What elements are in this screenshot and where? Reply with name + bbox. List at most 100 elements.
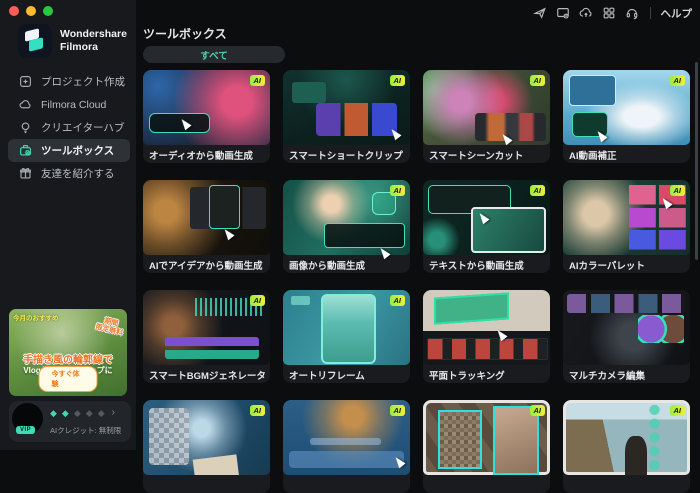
tool-card-auto-reframe[interactable]: AI オートリフレーム	[283, 290, 410, 383]
app-logo-text: WondershareFilmora	[60, 28, 127, 54]
tool-card-idea-to-video[interactable]: AIでアイデアから動画生成	[143, 180, 270, 273]
tool-label: AIでアイデアから動画生成	[149, 258, 266, 271]
tool-label: 平面トラッキング	[429, 368, 546, 381]
tool-label: 画像から動画生成	[289, 258, 406, 271]
tool-label: AIカラーパレット	[569, 258, 686, 271]
new-project-icon	[19, 75, 32, 88]
ai-badge: AI	[250, 295, 266, 306]
top-toolbar: ヘルプ	[532, 5, 693, 21]
help-button[interactable]: ヘルプ	[661, 6, 693, 21]
tool-card-image-to-video[interactable]: AI 画像から動画生成	[283, 180, 410, 273]
ai-badge: AI	[390, 295, 406, 306]
membership-perk-icons: ◆ ◆ ◆ ◆ ◆ ›	[50, 408, 115, 418]
sidebar-item-label: 友達を紹介する	[41, 166, 115, 181]
tool-label: スマートシーンカット	[429, 148, 546, 161]
perk-icon: ◆	[50, 409, 57, 418]
promo-banner[interactable]: 今月のおすすめ 期間限定無料 手描き風の輪郭線で Vlogがふんわりポップに 今…	[9, 309, 127, 396]
zoom-window-button[interactable]	[43, 6, 53, 16]
banner-cta-button[interactable]: 今すぐ体験	[39, 366, 98, 392]
ai-badge: AI	[530, 185, 546, 196]
account-panel[interactable]: VIP ◆ ◆ ◆ ◆ ◆ › AIクレジット: 無制限	[9, 401, 131, 442]
tool-label: AI動画補正	[569, 148, 686, 161]
sidebar-item-label: プロジェクト作成	[41, 74, 125, 89]
perk-icon: ◆	[86, 409, 93, 418]
cloud-upload-icon[interactable]	[578, 5, 594, 21]
screen-recorder-icon[interactable]	[555, 5, 571, 21]
tool-card-ai-video-enhance[interactable]: AI AI動画補正	[563, 70, 690, 163]
filmora-logo-icon	[18, 24, 52, 58]
app-logo: WondershareFilmora	[18, 24, 127, 58]
filter-all-tab[interactable]: すべて	[143, 46, 285, 63]
ai-badge: AI	[250, 405, 266, 416]
tool-thumbnail	[423, 290, 550, 365]
perk-icon: ◆	[74, 409, 81, 418]
support-headset-icon[interactable]	[624, 5, 640, 21]
send-feedback-icon[interactable]	[532, 5, 548, 21]
chevron-right-icon[interactable]: ›	[112, 408, 115, 418]
sidebar-item-creator-hub[interactable]: クリエイターハブ	[8, 116, 130, 139]
ai-badge: AI	[390, 405, 406, 416]
perk-icon: ◆	[98, 409, 105, 418]
tool-label: オーディオから動画生成	[149, 148, 266, 161]
apps-grid-icon[interactable]	[601, 5, 617, 21]
toolbox-icon	[19, 144, 32, 157]
cloud-icon	[19, 98, 32, 111]
tools-grid: AI オーディオから動画生成 AI スマートショートクリップ AI スマートシー…	[143, 70, 690, 493]
sidebar-nav: プロジェクト作成 Filmora Cloud クリエイターハブ ツールボックス …	[8, 70, 130, 185]
main-content: ヘルプ ツールボックス すべて AI オーディオから動画生成 AI スマートショ…	[136, 0, 700, 450]
ai-credit-label: AIクレジット: 無制限	[50, 425, 121, 436]
tool-card-row4-3[interactable]: AI	[423, 400, 550, 493]
sidebar-item-label: クリエイターハブ	[41, 120, 124, 135]
tool-card-smart-short-clips[interactable]: AI スマートショートクリップ	[283, 70, 410, 163]
tool-label: マルチカメラ編集	[569, 368, 686, 381]
ai-badge: AI	[530, 75, 546, 86]
ai-badge: AI	[530, 405, 546, 416]
tool-label: スマートBGMジェネレーター	[149, 368, 266, 381]
ai-badge: AI	[670, 185, 686, 196]
banner-tag: 今月のおすすめ	[13, 312, 59, 322]
sidebar: WondershareFilmora プロジェクト作成 Filmora Clou…	[0, 0, 136, 450]
toolbar-divider	[650, 7, 651, 19]
sidebar-item-label: Filmora Cloud	[41, 99, 106, 111]
tool-label	[429, 478, 546, 491]
tool-card-smart-bgm-generator[interactable]: AI スマートBGMジェネレーター	[143, 290, 270, 383]
tool-card-row4-2[interactable]: AI	[283, 400, 410, 493]
lightbulb-icon	[19, 121, 32, 134]
tool-thumbnail	[143, 180, 270, 255]
tool-label	[149, 478, 266, 491]
tool-card-row4-4[interactable]: AI	[563, 400, 690, 493]
close-window-button[interactable]	[9, 6, 19, 16]
tool-card-text-to-video[interactable]: AI テキストから動画生成	[423, 180, 550, 273]
ai-badge: AI	[670, 75, 686, 86]
sidebar-item-label: ツールボックス	[41, 143, 114, 158]
banner-ribbon: 期間限定無料	[94, 316, 125, 338]
sidebar-item-filmora-cloud[interactable]: Filmora Cloud	[8, 93, 130, 116]
tool-label: オートリフレーム	[289, 368, 406, 381]
vertical-scrollbar[interactable]	[695, 62, 698, 260]
tool-label: テキストから動画生成	[429, 258, 546, 271]
sidebar-item-toolbox[interactable]: ツールボックス	[8, 139, 130, 162]
page-title: ツールボックス	[143, 25, 227, 42]
gift-icon	[19, 167, 32, 180]
vip-badge: VIP	[16, 426, 35, 434]
tool-card-ai-color-palette[interactable]: AI AIカラーパレット	[563, 180, 690, 273]
tool-label	[289, 478, 406, 491]
tool-label	[569, 478, 686, 491]
sidebar-item-create-project[interactable]: プロジェクト作成	[8, 70, 130, 93]
perk-icon: ◆	[62, 409, 69, 418]
tool-card-smart-scene-cut[interactable]: AI スマートシーンカット	[423, 70, 550, 163]
window-controls	[9, 6, 53, 16]
tool-label: スマートショートクリップ	[289, 148, 406, 161]
tool-card-multicam-editing[interactable]: マルチカメラ編集	[563, 290, 690, 383]
ai-badge: AI	[390, 185, 406, 196]
ai-badge: AI	[670, 405, 686, 416]
tool-card-audio-to-video[interactable]: AI オーディオから動画生成	[143, 70, 270, 163]
sidebar-item-refer-friend[interactable]: 友達を紹介する	[8, 162, 130, 185]
banner-headline-1: 手描き風の輪郭線で	[9, 351, 127, 366]
tool-card-planar-tracking[interactable]: 平面トラッキング	[423, 290, 550, 383]
ai-badge: AI	[250, 75, 266, 86]
tool-card-row4-1[interactable]: AI	[143, 400, 270, 493]
ai-badge: AI	[390, 75, 406, 86]
minimize-window-button[interactable]	[26, 6, 36, 16]
tool-thumbnail	[563, 290, 690, 365]
